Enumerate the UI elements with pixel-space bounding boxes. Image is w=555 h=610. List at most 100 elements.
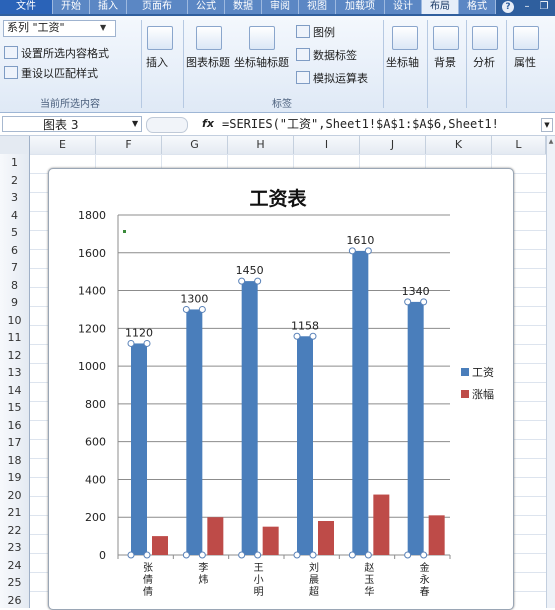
row-header[interactable]: 14 — [0, 382, 29, 399]
tab-view[interactable]: 视图 — [299, 0, 336, 14]
row-header[interactable]: 16 — [0, 417, 29, 434]
row-header[interactable]: 22 — [0, 522, 29, 539]
column-header[interactable]: H — [228, 136, 294, 154]
series-selection-handle[interactable] — [238, 551, 246, 559]
data-table-button[interactable]: 模拟运算表 — [313, 70, 368, 86]
series-selection-handle[interactable] — [182, 551, 190, 559]
restore-window-icon[interactable]: ❐ — [537, 1, 551, 13]
row-header[interactable]: 10 — [0, 312, 29, 329]
tab-review[interactable]: 审阅 — [262, 0, 299, 14]
expand-formula-bar-icon[interactable]: ▼ — [541, 118, 553, 132]
series-selection-handle[interactable] — [364, 551, 372, 559]
reset-style-button[interactable]: 重设以匹配样式 — [21, 65, 98, 81]
row-header[interactable]: 12 — [0, 347, 29, 364]
row-header[interactable]: 11 — [0, 329, 29, 346]
chevron-down-icon[interactable]: ▼ — [132, 119, 138, 128]
select-all-corner[interactable] — [0, 136, 30, 154]
series-selection-handle[interactable] — [127, 339, 135, 347]
column-header[interactable]: J — [360, 136, 426, 154]
row-header[interactable]: 21 — [0, 504, 29, 521]
series-selection-handle[interactable] — [364, 247, 372, 255]
background-button[interactable]: 背景 — [434, 54, 456, 70]
bar-raise[interactable] — [152, 536, 168, 555]
series-selection-handle[interactable] — [309, 332, 317, 340]
row-header[interactable]: 26 — [0, 592, 29, 609]
row-header[interactable]: 24 — [0, 557, 29, 574]
minimize-ribbon-icon[interactable]: – — [520, 1, 534, 13]
legend-entry[interactable]: 涨幅 — [472, 388, 494, 401]
row-header[interactable]: 15 — [0, 399, 29, 416]
column-header[interactable]: F — [96, 136, 162, 154]
series-selection-handle[interactable] — [143, 339, 151, 347]
data-labels-button[interactable]: 数据标签 — [313, 47, 357, 63]
series-selection-handle[interactable] — [127, 551, 135, 559]
format-selection-button[interactable]: 设置所选内容格式 — [21, 45, 109, 61]
row-header[interactable]: 1 — [0, 154, 29, 171]
axis-titles-button[interactable]: 坐标轴标题 — [234, 54, 289, 70]
properties-button[interactable]: 属性 — [514, 54, 536, 70]
row-header[interactable]: 9 — [0, 294, 29, 311]
scroll-up-icon[interactable]: ▲ — [547, 138, 555, 148]
chart-title-button[interactable]: 图表标题 — [186, 54, 230, 70]
chart-title[interactable]: 工资表 — [249, 187, 307, 210]
vertical-scrollbar[interactable]: ▲ — [546, 136, 555, 608]
bar-raise[interactable] — [428, 515, 445, 555]
row-header[interactable]: 3 — [0, 189, 29, 206]
bar-salary[interactable] — [241, 281, 258, 555]
chevron-down-icon[interactable]: ▼ — [100, 23, 106, 32]
row-header[interactable]: 2 — [0, 172, 29, 189]
formula-input[interactable]: =SERIES("工资",Sheet1!$A$1:$A$6,Sheet1! — [222, 116, 540, 132]
column-header[interactable]: I — [294, 136, 360, 154]
bar-salary[interactable] — [407, 301, 424, 555]
legend-button[interactable]: 图例 — [313, 24, 335, 40]
series-selection-handle[interactable] — [309, 551, 317, 559]
axes-button[interactable]: 坐标轴 — [386, 54, 419, 70]
help-icon[interactable]: ? — [502, 1, 514, 13]
series-selection-handle[interactable] — [182, 305, 190, 313]
bar-raise[interactable] — [318, 521, 334, 555]
bar-raise[interactable] — [262, 526, 279, 555]
salary-chart[interactable]: 工资表 0 200 400 600 800 1000 1200 1400 1600 1800 11… — [48, 168, 512, 608]
bar-raise[interactable] — [373, 494, 390, 555]
bar-raise[interactable] — [207, 517, 224, 555]
series-selection-handle[interactable] — [348, 551, 356, 559]
series-selection-handle[interactable] — [143, 551, 151, 559]
insert-function-button[interactable]: fx — [198, 116, 218, 132]
insert-button[interactable]: 插入 — [146, 54, 168, 70]
bar-salary[interactable] — [131, 343, 147, 555]
row-header[interactable]: 7 — [0, 259, 29, 276]
row-header[interactable]: 5 — [0, 224, 29, 241]
tab-layout[interactable]: 布局 — [422, 0, 459, 14]
series-selection-handle[interactable] — [420, 551, 428, 559]
series-selection-handle[interactable] — [238, 277, 246, 285]
column-header[interactable]: K — [426, 136, 492, 154]
row-header[interactable]: 6 — [0, 242, 29, 259]
series-selection-handle[interactable] — [293, 551, 301, 559]
column-header[interactable]: G — [162, 136, 228, 154]
tab-formulas[interactable]: 公式 — [188, 0, 225, 14]
series-selection-handle[interactable] — [404, 551, 412, 559]
row-header[interactable]: 13 — [0, 364, 29, 381]
column-header[interactable]: E — [30, 136, 96, 154]
formula-bar-resize-handle[interactable] — [146, 117, 188, 133]
series-selection-handle[interactable] — [404, 298, 412, 306]
tab-home[interactable]: 开始 — [53, 0, 90, 14]
analysis-button[interactable]: 分析 — [473, 54, 495, 70]
tab-format[interactable]: 格式 — [459, 0, 496, 14]
tab-addins[interactable]: 加载项 — [336, 0, 385, 14]
series-selection-handle[interactable] — [293, 332, 301, 340]
series-selection-handle[interactable] — [348, 247, 356, 255]
name-box[interactable]: 图表 3 — [2, 116, 142, 132]
row-header[interactable]: 4 — [0, 207, 29, 224]
series-selection-handle[interactable] — [198, 305, 206, 313]
series-selection-handle[interactable] — [254, 551, 262, 559]
row-header[interactable]: 23 — [0, 539, 29, 556]
series-selection-handle[interactable] — [254, 277, 262, 285]
row-header[interactable]: 17 — [0, 434, 29, 451]
bar-salary[interactable] — [352, 250, 369, 555]
column-header[interactable]: L — [492, 136, 546, 154]
tab-data[interactable]: 数据 — [225, 0, 262, 14]
legend-entry[interactable]: 工资 — [472, 366, 494, 379]
tab-insert[interactable]: 插入 — [90, 0, 127, 14]
row-header[interactable]: 19 — [0, 469, 29, 486]
